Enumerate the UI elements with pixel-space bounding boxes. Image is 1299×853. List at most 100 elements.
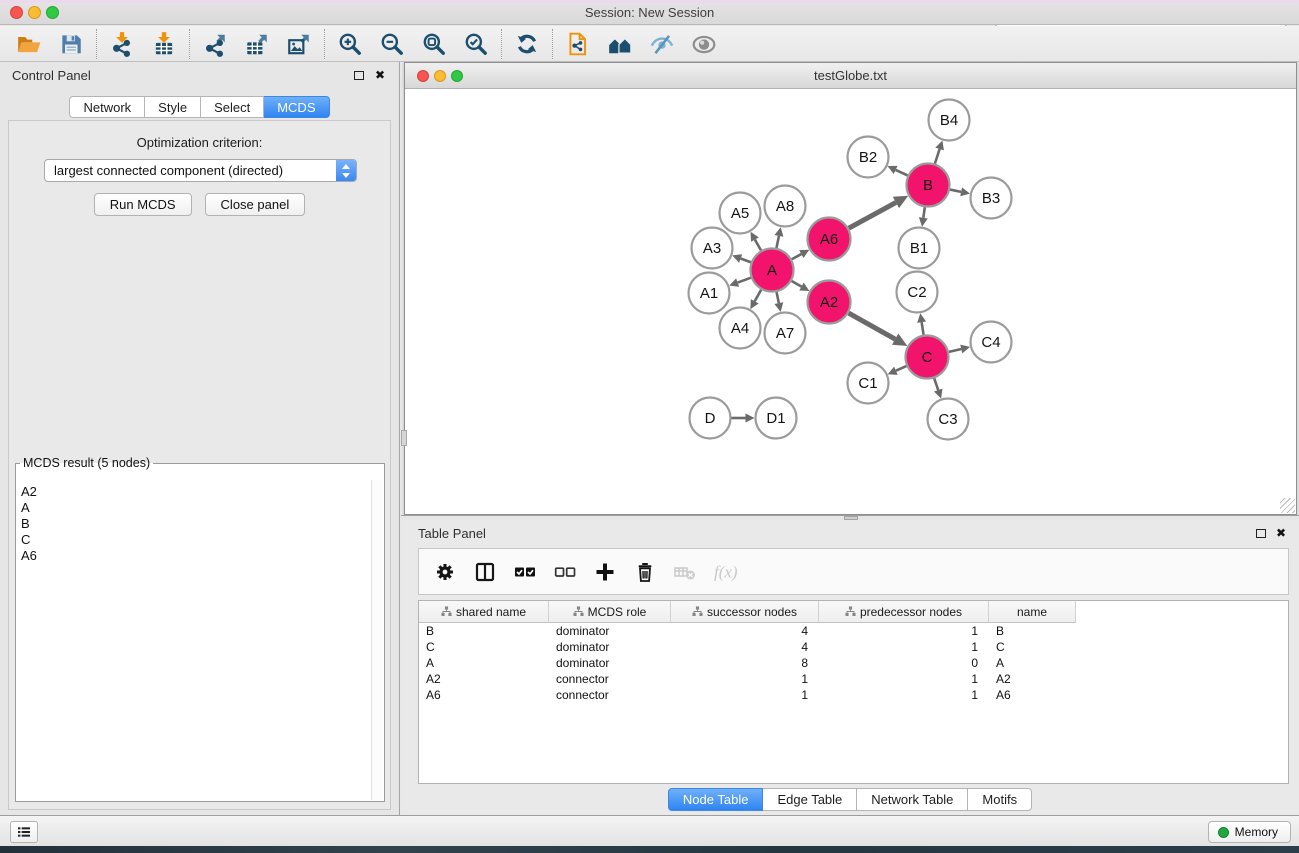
column-header-name[interactable]: name: [989, 601, 1076, 623]
column-header-shared-name[interactable]: shared name: [419, 601, 549, 623]
float-panel-icon[interactable]: [354, 71, 364, 80]
open-file-icon[interactable]: [8, 29, 50, 59]
graph-edge-B-B3[interactable]: [950, 190, 961, 192]
mcds-result-item[interactable]: A2: [17, 484, 370, 500]
tab-network[interactable]: Network: [69, 96, 145, 118]
mcds-result-item[interactable]: C: [17, 532, 370, 548]
graph-node-C3[interactable]: C3: [928, 399, 969, 440]
memory-button[interactable]: Memory: [1208, 821, 1291, 843]
graph-edge-A-A8[interactable]: [776, 236, 778, 248]
table-row[interactable]: Cdominator41C: [419, 639, 1288, 655]
graph-node-A6[interactable]: A6: [808, 218, 851, 261]
minimize-window-button[interactable]: [28, 6, 41, 19]
tab-node-table[interactable]: Node Table: [668, 788, 764, 811]
graph-node-C1[interactable]: C1: [848, 363, 889, 404]
zoom-fit-icon[interactable]: [413, 29, 455, 59]
graph-node-B1[interactable]: B1: [899, 228, 940, 269]
graph-edge-B-B4[interactable]: [935, 149, 940, 164]
close-panel-icon[interactable]: ✖: [375, 67, 385, 83]
graph-edge-A-A5[interactable]: [755, 240, 761, 251]
graph-node-B4[interactable]: B4: [929, 100, 970, 141]
graph-node-A2[interactable]: A2: [808, 281, 851, 324]
float-table-panel-icon[interactable]: [1256, 529, 1266, 538]
tab-mcds[interactable]: MCDS: [264, 96, 329, 118]
close-panel-button[interactable]: Close panel: [205, 193, 306, 216]
table-settings-icon[interactable]: [429, 556, 461, 588]
graph-node-A4[interactable]: A4: [720, 308, 761, 349]
show-all-views-icon[interactable]: [599, 29, 641, 59]
column-header-MCDS-role[interactable]: MCDS role: [549, 601, 671, 623]
export-table-icon[interactable]: [236, 29, 278, 59]
result-scrollbar[interactable]: [371, 480, 383, 800]
task-history-button[interactable]: [10, 821, 38, 843]
graph-node-A1[interactable]: A1: [689, 273, 730, 314]
graph-node-A3[interactable]: A3: [692, 228, 733, 269]
tab-motifs[interactable]: Motifs: [968, 788, 1032, 811]
tab-style[interactable]: Style: [145, 96, 201, 118]
graph-edge-A-A7[interactable]: [777, 292, 779, 303]
network-window-titlebar[interactable]: testGlobe.txt: [405, 63, 1296, 89]
select-stepper-icon[interactable]: [336, 160, 356, 181]
graph-node-C4[interactable]: C4: [971, 322, 1012, 363]
graph-edge-A6-B[interactable]: [849, 202, 896, 228]
network-minimize-button[interactable]: [434, 70, 446, 82]
add-entry-icon[interactable]: [589, 556, 621, 588]
close-window-button[interactable]: [10, 6, 23, 19]
network-from-selection-icon[interactable]: [557, 29, 599, 59]
deselect-all-icon[interactable]: [549, 556, 581, 588]
graph-edge-A-A2[interactable]: [792, 281, 802, 287]
graph-edge-A-A6[interactable]: [792, 254, 802, 259]
graph-edge-B-B2[interactable]: [896, 170, 908, 176]
tab-edge-table[interactable]: Edge Table: [763, 788, 857, 811]
criterion-select[interactable]: largest connected component (directed): [44, 159, 357, 182]
select-all-icon[interactable]: [509, 556, 541, 588]
graph-node-C[interactable]: C: [906, 336, 949, 379]
graph-node-B2[interactable]: B2: [848, 137, 889, 178]
export-image-icon[interactable]: [278, 29, 320, 59]
close-table-panel-icon[interactable]: ✖: [1276, 525, 1286, 541]
graph-node-B3[interactable]: B3: [971, 178, 1012, 219]
refresh-icon[interactable]: [506, 29, 548, 59]
graph-edge-A-A1[interactable]: [738, 278, 751, 283]
graph-node-D1[interactable]: D1: [756, 398, 797, 439]
table-row[interactable]: Adominator80A: [419, 655, 1288, 671]
network-zoom-button[interactable]: [451, 70, 463, 82]
run-mcds-button[interactable]: Run MCDS: [94, 193, 192, 216]
network-canvas[interactable]: B4B2BB3A5A8A6B1A3AA1C2A2A4A7C4CC1C3DD1: [405, 90, 1296, 514]
export-network-icon[interactable]: [194, 29, 236, 59]
import-network-icon[interactable]: [101, 29, 143, 59]
mcds-result-item[interactable]: A6: [17, 548, 370, 564]
graph-edge-C-C3[interactable]: [934, 378, 938, 390]
save-session-icon[interactable]: [50, 29, 92, 59]
tab-select[interactable]: Select: [201, 96, 264, 118]
fullscreen-window-button[interactable]: [46, 6, 59, 19]
table-row[interactable]: A6connector11A6: [419, 687, 1288, 703]
graph-edge-A-A3[interactable]: [741, 258, 751, 262]
toggle-columns-icon[interactable]: [469, 556, 501, 588]
mcds-result-item[interactable]: A: [17, 500, 370, 516]
graph-edge-C-C1[interactable]: [896, 366, 907, 371]
bird-view-icon[interactable]: [683, 29, 725, 59]
zoom-in-icon[interactable]: [329, 29, 371, 59]
graph-node-A[interactable]: A: [751, 249, 794, 292]
graph-node-A5[interactable]: A5: [720, 193, 761, 234]
graph-node-A7[interactable]: A7: [765, 313, 806, 354]
tab-network-table[interactable]: Network Table: [857, 788, 968, 811]
window-resize-grip[interactable]: [1280, 498, 1295, 513]
table-row[interactable]: Bdominator41B: [419, 623, 1288, 639]
zoom-selected-icon[interactable]: [455, 29, 497, 59]
table-row[interactable]: A2connector11A2: [419, 671, 1288, 687]
graph-edge-C-C4[interactable]: [949, 349, 961, 352]
graph-node-D[interactable]: D: [690, 398, 731, 439]
zoom-out-icon[interactable]: [371, 29, 413, 59]
import-table-icon[interactable]: [143, 29, 185, 59]
graph-edge-C-C2[interactable]: [922, 322, 924, 335]
panel-resize-grip[interactable]: [401, 430, 407, 446]
graph-edge-A2-C[interactable]: [849, 313, 896, 339]
mcds-result-item[interactable]: B: [17, 516, 370, 532]
column-header-predecessor-nodes[interactable]: predecessor nodes: [819, 601, 989, 623]
graph-node-C2[interactable]: C2: [897, 272, 938, 313]
window-titlebar[interactable]: Session: New Session: [0, 0, 1299, 25]
graph-node-B[interactable]: B: [907, 164, 950, 207]
delete-entries-icon[interactable]: [629, 556, 661, 588]
